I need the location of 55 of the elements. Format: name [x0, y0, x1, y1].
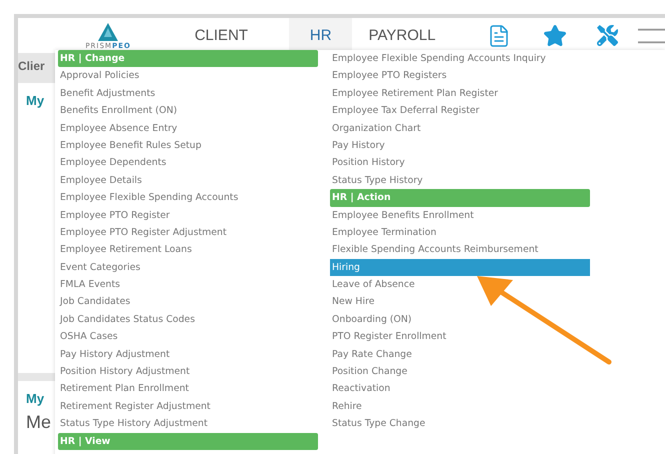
- menu-item[interactable]: Employee Retirement Loans: [58, 241, 318, 259]
- menu-item[interactable]: Hiring: [330, 258, 590, 276]
- card-title: My: [26, 93, 44, 108]
- menu-item[interactable]: Position History: [330, 154, 590, 172]
- nav-tab[interactable]: PAYROLL: [352, 18, 452, 53]
- nav-tab[interactable]: CLIENT: [153, 18, 290, 53]
- menu-section-header: HR | Change: [58, 50, 318, 68]
- menu-item[interactable]: Benefits Enrollment (ON): [58, 102, 318, 120]
- menu-item[interactable]: Employee Dependents: [58, 154, 318, 172]
- menu-item[interactable]: Organization Chart: [330, 120, 590, 137]
- menu-item[interactable]: Pay History Adjustment: [58, 346, 318, 364]
- menu-item[interactable]: Retirement Register Adjustment: [58, 398, 318, 416]
- menu-item[interactable]: Status Type History Adjustment: [58, 415, 318, 433]
- logo-icon: [98, 23, 118, 41]
- tools-icon[interactable]: [596, 25, 618, 46]
- menu-item[interactable]: Pay Rate Change: [330, 346, 590, 364]
- menu-section-header: HR | View: [58, 432, 318, 450]
- menu-item[interactable]: Job Candidates: [58, 293, 318, 311]
- menu-item[interactable]: Onboarding (ON): [330, 310, 590, 328]
- menu-item[interactable]: Benefit Adjustments: [58, 84, 318, 102]
- menu-item[interactable]: Employee Absence Entry: [58, 120, 318, 137]
- menu-section-header: HR | Action: [330, 189, 590, 207]
- menu-item[interactable]: New Hire: [330, 293, 590, 311]
- menu-item[interactable]: Employee Flexible Spending Accounts Inquiry: [330, 50, 590, 68]
- menu-item[interactable]: Employee Tax Deferral Register: [330, 102, 590, 120]
- menu-item[interactable]: Flexible Spending Accounts Reimbursement: [330, 241, 590, 259]
- menu-item[interactable]: FMLA Events: [58, 276, 318, 294]
- menu-item[interactable]: Position History Adjustment: [58, 363, 318, 380]
- menu-item[interactable]: Leave of Absence: [330, 276, 590, 294]
- menu-item[interactable]: Employee PTO Register: [58, 206, 318, 224]
- menu-item[interactable]: Employee Details: [58, 172, 318, 190]
- menu-item[interactable]: OSHA Cases: [58, 328, 318, 346]
- menu-item[interactable]: Rehire: [330, 398, 590, 416]
- menu-item[interactable]: Employee Benefits Enrollment: [330, 206, 590, 224]
- menu-item[interactable]: Event Categories: [58, 258, 318, 276]
- card-title: My: [26, 391, 44, 406]
- menu-item[interactable]: PTO Register Enrollment: [330, 328, 590, 346]
- menu-item[interactable]: Job Candidates Status Codes: [58, 310, 318, 328]
- menu-item[interactable]: Employee PTO Registers: [330, 67, 590, 85]
- menu-item[interactable]: Status Type History: [330, 172, 590, 190]
- menu-item[interactable]: Retirement Plan Enrollment: [58, 380, 318, 398]
- star-icon[interactable]: [542, 24, 567, 48]
- menu-item[interactable]: Employee Retirement Plan Register: [330, 84, 590, 102]
- menu-item[interactable]: Employee Benefit Rules Setup: [58, 136, 318, 154]
- section-title: Clier: [18, 59, 46, 73]
- menu-item[interactable]: Status Type Change: [330, 415, 590, 433]
- menu-item[interactable]: Pay History: [330, 136, 590, 154]
- card-text: Me: [26, 412, 52, 433]
- menu-item[interactable]: Employee PTO Register Adjustment: [58, 224, 318, 242]
- menu-item[interactable]: Position Change: [330, 363, 590, 380]
- nav-tab[interactable]: HR: [289, 18, 352, 53]
- menu-item[interactable]: Reactivation: [330, 380, 590, 398]
- menu-item[interactable]: Approval Policies: [58, 67, 318, 85]
- menu-item[interactable]: Employee Termination: [330, 224, 590, 242]
- menu-item[interactable]: Employee Flexible Spending Accounts: [58, 189, 318, 207]
